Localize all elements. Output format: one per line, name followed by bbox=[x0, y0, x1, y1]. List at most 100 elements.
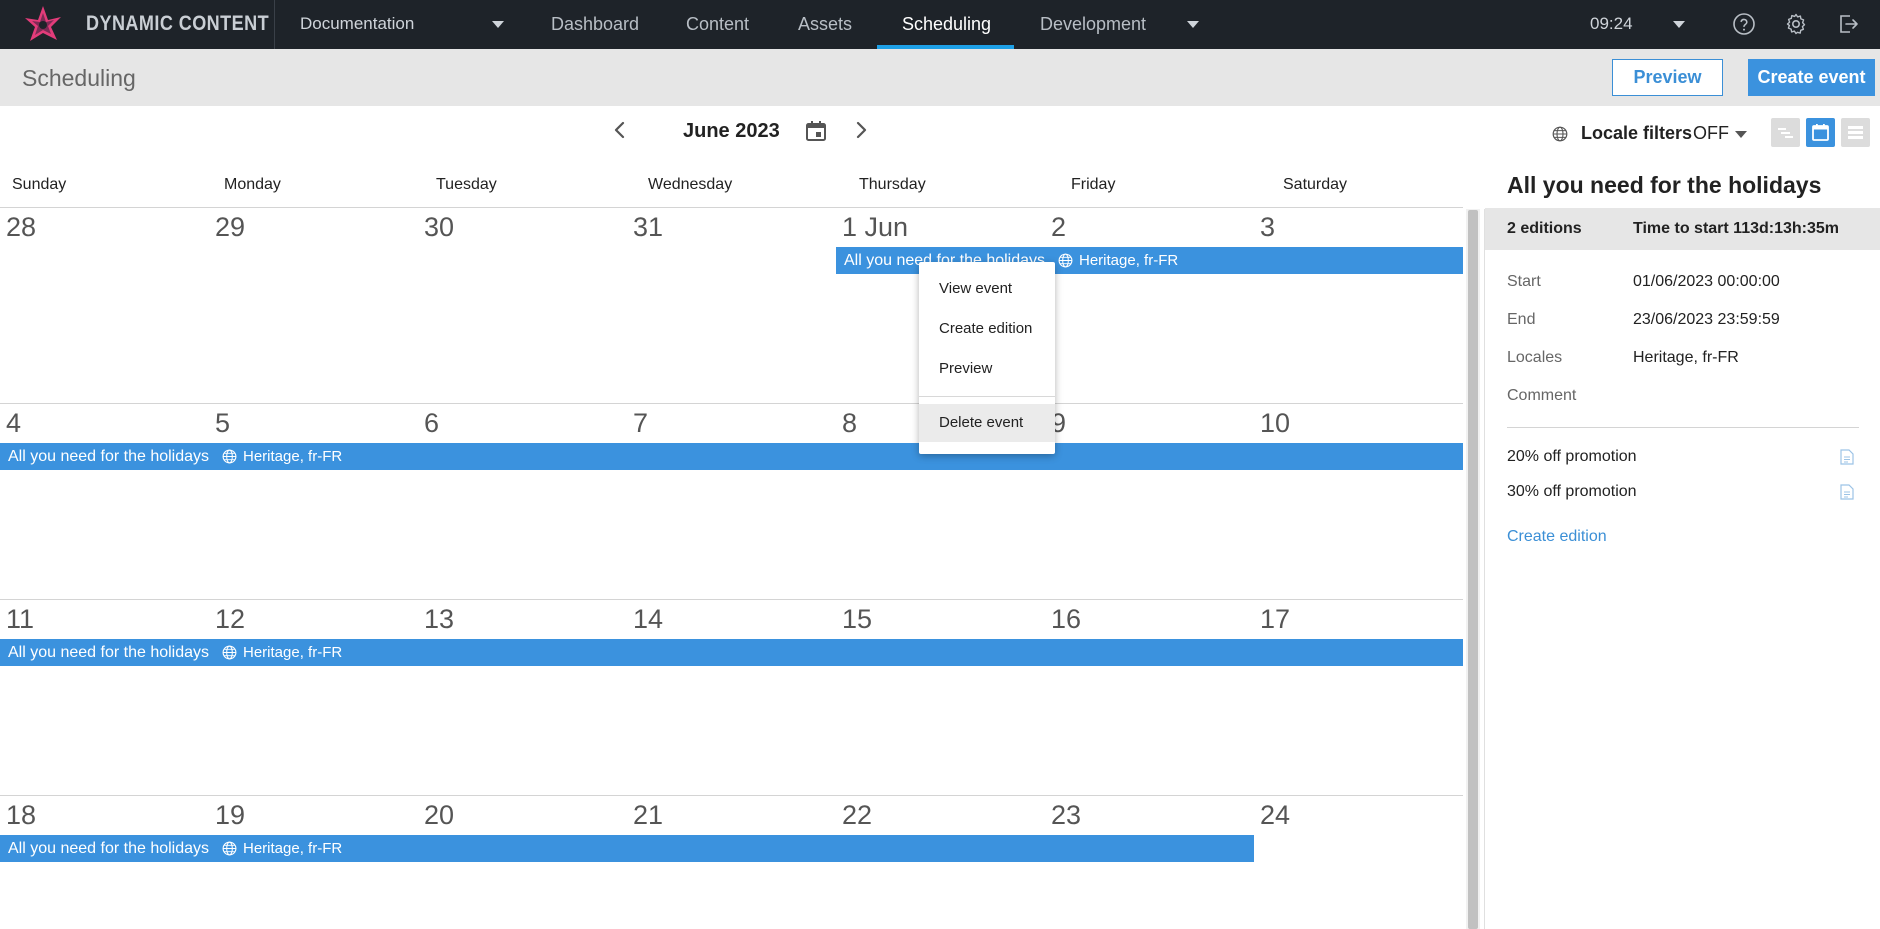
calendar-view-button[interactable] bbox=[1806, 118, 1835, 147]
locale-filters-chevron-icon[interactable] bbox=[1735, 131, 1747, 138]
day-header-tuesday: Tuesday bbox=[436, 176, 497, 193]
day-header-wednesday: Wednesday bbox=[648, 176, 733, 193]
day-cell-number[interactable]: 15 bbox=[842, 604, 872, 635]
day-cell-number[interactable]: 23 bbox=[1051, 800, 1081, 831]
day-cell-number[interactable]: 28 bbox=[6, 212, 36, 243]
day-cell-number[interactable]: 10 bbox=[1260, 408, 1290, 439]
event-bar[interactable]: All you need for the holidays Heritage, … bbox=[0, 443, 1463, 470]
current-month: June 2023 bbox=[683, 120, 780, 142]
day-cell-number[interactable]: 21 bbox=[633, 800, 663, 831]
day-cell-number[interactable]: 14 bbox=[633, 604, 663, 635]
event-locales: Heritage, fr-FR bbox=[243, 840, 343, 857]
day-header-thursday: Thursday bbox=[859, 176, 926, 193]
event-bar[interactable]: All you need for the holidays Heritage, … bbox=[0, 639, 1463, 666]
previous-month-chevron-icon[interactable] bbox=[608, 118, 632, 142]
timeline-view-button[interactable] bbox=[1771, 118, 1800, 147]
end-value: 23/06/2023 23:59:59 bbox=[1633, 311, 1780, 328]
menu-item-delete-event[interactable]: Delete event bbox=[919, 404, 1055, 442]
tab-scheduling[interactable]: Scheduling bbox=[902, 14, 991, 35]
dynamic-content-logo-icon[interactable] bbox=[22, 4, 64, 46]
clock[interactable]: 09:24 bbox=[1590, 14, 1633, 34]
edition-link[interactable]: 30% off promotion bbox=[1507, 483, 1637, 501]
edition-link[interactable]: 20% off promotion bbox=[1507, 448, 1637, 466]
globe-icon bbox=[1552, 126, 1568, 142]
day-cell-number[interactable]: 3 bbox=[1260, 212, 1275, 243]
day-header-monday: Monday bbox=[224, 176, 281, 193]
event-title: All you need for the holidays bbox=[8, 840, 210, 857]
page-title: Scheduling bbox=[22, 65, 136, 91]
day-cell-number[interactable]: 12 bbox=[215, 604, 245, 635]
panel-border bbox=[1484, 209, 1485, 929]
tab-development[interactable]: Development bbox=[1040, 14, 1146, 35]
event-summary-band: 2 editions Time to start 113d:13h:35m bbox=[1485, 208, 1880, 250]
day-header-friday: Friday bbox=[1071, 176, 1116, 193]
day-cell-number[interactable]: 24 bbox=[1260, 800, 1290, 831]
locales-value: Heritage, fr-FR bbox=[1633, 349, 1739, 366]
menu-item-create-edition[interactable]: Create edition bbox=[919, 310, 1055, 348]
tab-content[interactable]: Content bbox=[686, 14, 749, 35]
day-cell-number[interactable]: 8 bbox=[842, 408, 857, 439]
comment-label: Comment bbox=[1507, 387, 1577, 404]
settings-gear-icon[interactable] bbox=[1784, 12, 1808, 36]
menu-separator bbox=[919, 396, 1055, 397]
day-cell-number[interactable]: 1 Jun bbox=[842, 212, 908, 243]
event-locales: Heritage, fr-FR bbox=[243, 644, 343, 661]
next-month-chevron-icon[interactable] bbox=[849, 118, 873, 142]
event-bar[interactable]: All you need for the holidays Heritage, … bbox=[0, 835, 1254, 862]
event-context-menu: View event Create edition Preview Delete… bbox=[919, 262, 1055, 454]
start-label: Start bbox=[1507, 273, 1541, 290]
day-cell-number[interactable]: 19 bbox=[215, 800, 245, 831]
week-divider bbox=[0, 403, 1463, 404]
calendar-scrollbar-thumb[interactable] bbox=[1468, 210, 1478, 929]
event-detail-title: All you need for the holidays bbox=[1507, 172, 1822, 198]
more-tabs-chevron-icon[interactable] bbox=[1187, 21, 1199, 28]
day-cell-number[interactable]: 20 bbox=[424, 800, 454, 831]
help-icon[interactable] bbox=[1732, 12, 1756, 36]
day-cell-number[interactable]: 2 bbox=[1051, 212, 1066, 243]
day-cell-number[interactable]: 5 bbox=[215, 408, 230, 439]
locales-label: Locales bbox=[1507, 349, 1563, 366]
list-view-button[interactable] bbox=[1841, 118, 1870, 147]
event-locales: Heritage, fr-FR bbox=[243, 448, 343, 465]
preview-button[interactable]: Preview bbox=[1612, 59, 1723, 96]
day-cell-number[interactable]: 22 bbox=[842, 800, 872, 831]
day-cell-number[interactable]: 4 bbox=[6, 408, 21, 439]
hub-dropdown-chevron-icon[interactable] bbox=[492, 21, 504, 28]
document-icon[interactable] bbox=[1840, 449, 1854, 465]
calendar-picker-icon[interactable] bbox=[804, 119, 828, 143]
time-dropdown-chevron-icon[interactable] bbox=[1673, 21, 1685, 28]
top-navigation: DYNAMIC CONTENT Documentation Dashboard … bbox=[0, 0, 1880, 49]
day-cell-number[interactable]: 6 bbox=[424, 408, 439, 439]
globe-icon bbox=[1058, 253, 1073, 268]
panel-divider bbox=[1507, 427, 1859, 428]
tab-dashboard[interactable]: Dashboard bbox=[551, 14, 639, 35]
day-header-sunday: Sunday bbox=[12, 176, 67, 193]
event-locales: Heritage, fr-FR bbox=[1079, 252, 1179, 269]
week-divider bbox=[0, 207, 1463, 208]
menu-item-preview[interactable]: Preview bbox=[919, 350, 1055, 388]
locale-filters-label: Locale filters bbox=[1581, 123, 1693, 143]
event-title: All you need for the holidays bbox=[8, 448, 210, 465]
day-header-saturday: Saturday bbox=[1283, 176, 1348, 193]
day-cell-number[interactable]: 16 bbox=[1051, 604, 1081, 635]
day-cell-number[interactable]: 18 bbox=[6, 800, 36, 831]
create-edition-link[interactable]: Create edition bbox=[1507, 528, 1607, 546]
day-cell-number[interactable]: 17 bbox=[1260, 604, 1290, 635]
menu-item-view-event[interactable]: View event bbox=[919, 270, 1055, 308]
day-cell-number[interactable]: 13 bbox=[424, 604, 454, 635]
day-cell-number[interactable]: 29 bbox=[215, 212, 245, 243]
week-divider bbox=[0, 599, 1463, 600]
calendar-view-icon bbox=[1812, 124, 1829, 141]
hub-selector[interactable]: Documentation bbox=[300, 14, 414, 34]
event-title: All you need for the holidays bbox=[8, 644, 210, 661]
create-event-button[interactable]: Create event bbox=[1748, 59, 1875, 96]
day-cell-number[interactable]: 30 bbox=[424, 212, 454, 243]
document-icon[interactable] bbox=[1840, 484, 1854, 500]
day-cell-number[interactable]: 7 bbox=[633, 408, 648, 439]
day-cell-number[interactable]: 11 bbox=[6, 604, 34, 635]
tab-assets[interactable]: Assets bbox=[798, 14, 852, 35]
day-cell-number[interactable]: 31 bbox=[633, 212, 663, 243]
locale-filters-toggle[interactable]: OFF bbox=[1693, 123, 1729, 144]
list-view-icon bbox=[1848, 126, 1863, 139]
logout-icon[interactable] bbox=[1836, 12, 1860, 36]
